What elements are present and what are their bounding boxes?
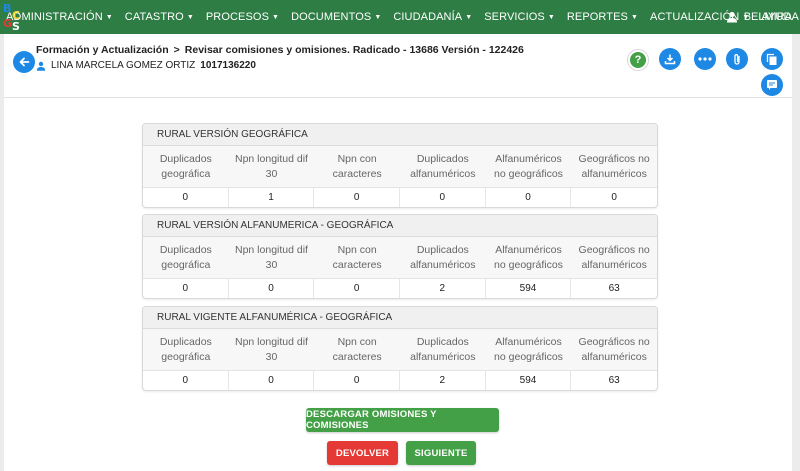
caret-down-icon: ▼ — [105, 13, 113, 21]
download-omissions-button[interactable]: DESCARGAR OMISIONES Y COMISIONES — [306, 408, 499, 432]
caret-down-icon: ▼ — [374, 13, 382, 21]
notes-icon — [767, 80, 777, 90]
column-header: Duplicados alfanuméricos — [399, 329, 486, 371]
table-cell: 0 — [400, 188, 486, 207]
table-cell: 0 — [229, 279, 315, 298]
panel-title: RURAL VERSIÓN GEOGRÁFICA — [143, 124, 657, 146]
column-header: Geográficos no alfanuméricos — [571, 329, 657, 371]
logo-letter-s: S — [12, 20, 20, 33]
column-header: Duplicados geográfica — [143, 329, 229, 371]
column-header: Duplicados geográfica — [143, 146, 229, 188]
column-header: Npn con caracteres — [314, 329, 400, 371]
user-icon — [726, 11, 737, 23]
more-icon — [698, 57, 712, 61]
table-cell: 0 — [143, 188, 229, 207]
nav-reportes[interactable]: REPORTES ▼ — [561, 0, 644, 34]
nav-ciudadania[interactable]: CIUDADANÍA ▼ — [387, 0, 478, 34]
caret-down-icon: ▼ — [465, 13, 473, 21]
content-area: Formación y Actualización > Revisar comisi… — [4, 34, 792, 471]
nav-label: DOCUMENTOS — [291, 11, 372, 23]
column-header: Duplicados alfanuméricos — [399, 237, 486, 279]
table-cell: 0 — [314, 371, 400, 390]
panel-title: RURAL VERSIÓN ALFANUMERICA - GEOGRÁFICA — [143, 215, 657, 237]
table-cell: 594 — [486, 279, 572, 298]
nav-procesos[interactable]: PROCESOS ▼ — [200, 0, 285, 34]
nav-label: REPORTES — [566, 11, 628, 23]
arrow-left-icon — [19, 57, 30, 67]
nav-catastro[interactable]: CATASTRO ▼ — [119, 0, 200, 34]
nav-label: CATASTRO — [124, 11, 184, 23]
nav-label: CIUDADANÍA — [393, 11, 463, 23]
attachment-button[interactable] — [726, 48, 748, 70]
download-button[interactable] — [659, 48, 681, 70]
user-menu[interactable]: BELMIRA — [726, 0, 792, 34]
page-header: Formación y Actualización > Revisar comisi… — [4, 34, 792, 98]
table-cell: 0 — [143, 279, 229, 298]
column-header: Npn con caracteres — [314, 237, 400, 279]
breadcrumb: Formación y Actualización > Revisar comisi… — [36, 44, 524, 56]
column-header: Npn con caracteres — [314, 146, 400, 188]
next-button[interactable]: SIGUIENTE — [406, 441, 476, 465]
column-header: Geográficos no alfanuméricos — [571, 146, 657, 188]
help-button[interactable]: ? — [627, 49, 649, 71]
column-header: Duplicados alfanuméricos — [399, 146, 486, 188]
panel-table: Duplicados geográfica Npn longitud dif 3… — [143, 329, 657, 390]
logo-letter-b: B — [3, 2, 12, 15]
copy-button[interactable] — [761, 48, 783, 70]
column-header: Alfanuméricos no geográficos — [485, 329, 572, 371]
caret-down-icon: ▼ — [272, 13, 280, 21]
caret-down-icon: ▼ — [547, 13, 555, 21]
table-cell: 0 — [143, 371, 229, 390]
column-header: Alfanuméricos no geográficos — [485, 237, 572, 279]
table-cell: 0 — [314, 188, 400, 207]
panel-title: RURAL VIGENTE ALFANUMÉRICA - GEOGRÁFICA — [143, 307, 657, 329]
top-navbar: B C G S ADMINISTRACIÓN ▼ CATASTRO ▼ PROCES… — [0, 0, 800, 34]
help-icon: ? — [630, 52, 646, 68]
breadcrumb-current: Revisar comisiones y omisiones. Radicado… — [184, 44, 524, 56]
person-info: LINA MARCELA GOMEZ ORTIZ 1017136220 — [36, 60, 256, 71]
breadcrumb-separator: > — [173, 44, 180, 56]
attachment-icon — [734, 53, 740, 65]
table-cell: 594 — [486, 371, 572, 390]
table-cell: 63 — [608, 283, 620, 294]
table-cell: 0 — [314, 279, 400, 298]
table-cell: 63 — [608, 375, 620, 386]
column-header: Duplicados geográfica — [143, 237, 229, 279]
back-button[interactable] — [13, 51, 35, 73]
column-header: Npn longitud dif 30 — [228, 146, 315, 188]
table-cell: 2 — [400, 371, 486, 390]
table-cell: 0 — [486, 188, 572, 207]
caret-down-icon: ▼ — [630, 13, 639, 21]
user-name: BELMIRA — [743, 11, 792, 23]
person-icon — [36, 61, 46, 71]
nav-label: PROCESOS — [205, 11, 270, 23]
person-id: 1017136220 — [200, 60, 256, 71]
column-header: Npn longitud dif 30 — [228, 329, 315, 371]
table-cell: 0 — [229, 371, 315, 390]
copy-icon — [766, 53, 777, 65]
panel-table: Duplicados geográfica Npn longitud dif 3… — [143, 237, 657, 298]
return-button[interactable]: DEVOLVER — [327, 441, 398, 465]
panel-rural-version-alfanumerica-geografica: RURAL VERSIÓN ALFANUMERICA - GEOGRÁFICA … — [142, 214, 658, 299]
column-header: Geográficos no alfanuméricos — [571, 237, 657, 279]
panel-rural-version-geografica: RURAL VERSIÓN GEOGRÁFICA Duplicados geog… — [142, 123, 658, 208]
nav-label: SERVICIOS — [484, 11, 545, 23]
panel-rural-vigente-alfanumerica-geografica: RURAL VIGENTE ALFANUMÉRICA - GEOGRÁFICA … — [142, 306, 658, 391]
table-cell: 2 — [400, 279, 486, 298]
notes-button[interactable] — [761, 74, 783, 96]
panel-table: Duplicados geográfica Npn longitud dif 3… — [143, 146, 657, 207]
person-name: LINA MARCELA GOMEZ ORTIZ — [51, 60, 196, 71]
column-header: Alfanuméricos no geográficos — [485, 146, 572, 188]
download-icon — [664, 54, 676, 65]
nav-label: ADMINISTRACIÓN — [6, 11, 103, 23]
table-cell: 1 — [229, 188, 315, 207]
more-button[interactable] — [694, 48, 716, 70]
breadcrumb-root[interactable]: Formación y Actualización — [36, 44, 169, 56]
nav-servicios[interactable]: SERVICIOS ▼ — [478, 0, 561, 34]
nav-documentos[interactable]: DOCUMENTOS ▼ — [285, 0, 387, 34]
logo-letter-g: G — [3, 17, 13, 30]
column-header: Npn longitud dif 30 — [228, 237, 315, 279]
table-cell: 0 — [611, 192, 617, 203]
caret-down-icon: ▼ — [186, 13, 194, 21]
